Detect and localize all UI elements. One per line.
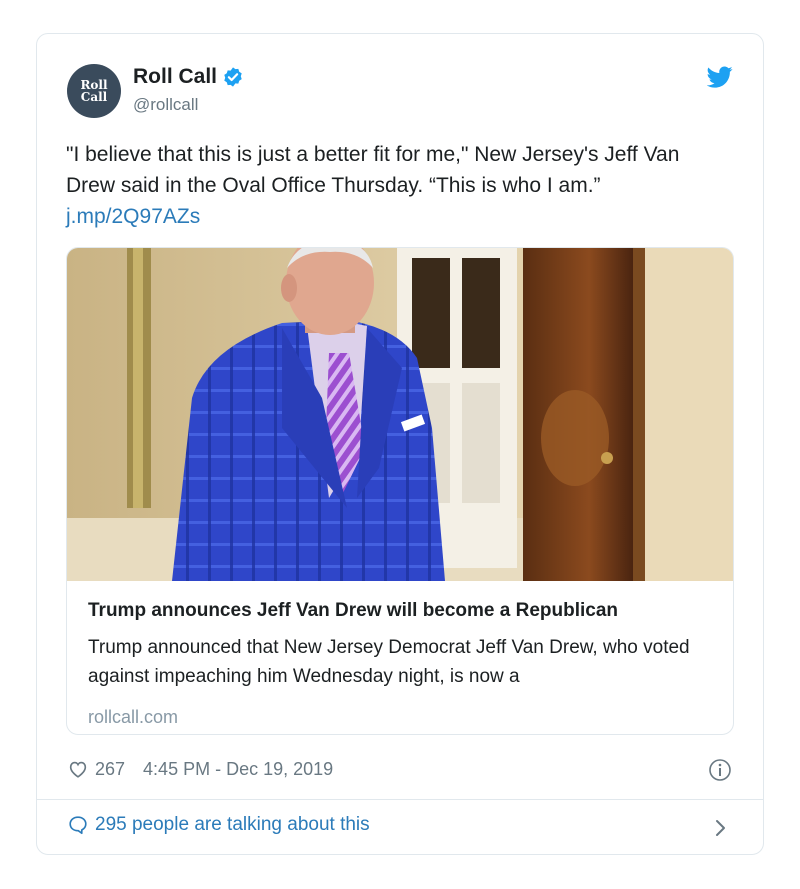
conversation-link[interactable]: 295 people are talking about this [67, 814, 370, 836]
footer-divider [37, 799, 763, 800]
avatar-text-line2: Call [80, 90, 108, 104]
author-name-row[interactable]: Roll Call [133, 65, 244, 89]
preview-title[interactable]: Trump announces Jeff Van Drew will becom… [88, 600, 618, 622]
twitter-bird-icon[interactable] [707, 64, 733, 90]
chevron-right-icon[interactable] [712, 818, 730, 838]
tweet-meta-row: 267 4:45 PM - Dec 19, 2019 [67, 758, 333, 780]
tweet-timestamp[interactable]: 4:45 PM - Dec 19, 2019 [143, 759, 333, 780]
link-preview-card[interactable]: Trump announces Jeff Van Drew will becom… [66, 247, 734, 735]
tweet-link[interactable]: j.mp/2Q97AZs [66, 201, 726, 232]
preview-description: Trump announced that New Jersey Democrat… [88, 637, 690, 687]
speech-bubble-icon [69, 816, 87, 835]
avatar[interactable]: Roll Call [67, 64, 121, 118]
heart-icon[interactable] [67, 758, 89, 780]
tweet-body: "I believe that this is just a better fi… [66, 143, 680, 197]
author-display-name[interactable]: Roll Call [133, 65, 217, 89]
info-icon[interactable] [708, 758, 732, 782]
embedded-tweet: Roll Call Roll Call @rollcall "I believe… [36, 33, 764, 855]
verified-badge-icon [224, 67, 242, 87]
author-handle[interactable]: @rollcall [133, 95, 198, 115]
preview-domain: rollcall.com [88, 707, 179, 727]
talking-count-text[interactable]: 295 people are talking about this [95, 814, 370, 836]
article-photo[interactable] [67, 248, 733, 581]
like-count[interactable]: 267 [95, 759, 125, 780]
tweet-text: "I believe that this is just a better fi… [66, 139, 726, 232]
